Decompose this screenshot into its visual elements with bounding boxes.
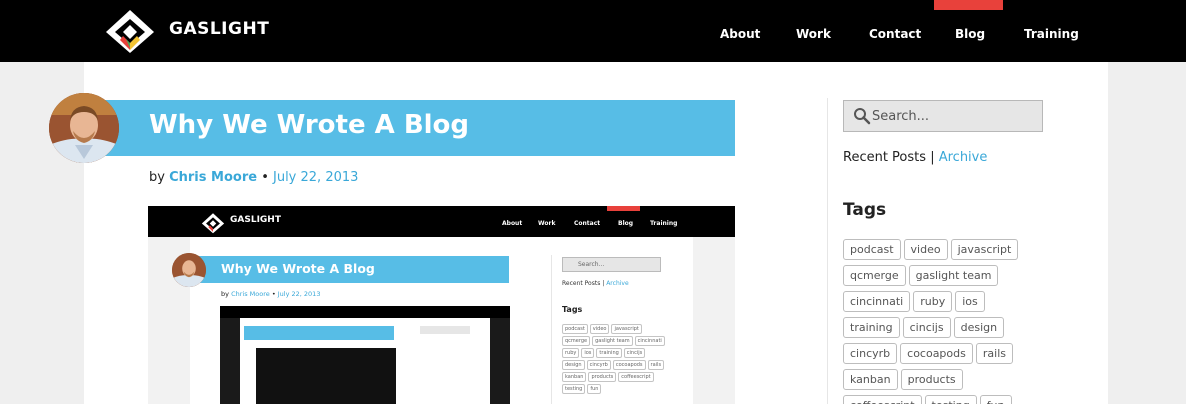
active-nav-indicator (934, 0, 1003, 10)
search-icon (854, 108, 871, 125)
recent-posts-line: Recent Posts | Archive (843, 150, 987, 165)
tag-training[interactable]: training (843, 317, 900, 338)
post-date-link[interactable]: July 22, 2013 (273, 170, 358, 185)
tag-ios[interactable]: ios (955, 291, 985, 312)
tag-kanban[interactable]: kanban (843, 369, 898, 390)
tag-cincijs[interactable]: cincijs (902, 317, 951, 338)
tag-testing[interactable]: testing (924, 395, 977, 404)
tag-design[interactable]: design (953, 317, 1005, 338)
tags-heading: Tags (843, 200, 887, 220)
post-screenshot-image: GASLIGHT About Work Contact Blog Trainin… (148, 206, 735, 404)
tag-javascript[interactable]: javascript (950, 239, 1019, 260)
tag-rails[interactable]: rails (975, 343, 1013, 364)
tag-coffeescript[interactable]: coffeescript (843, 395, 922, 404)
nav-item-about[interactable]: About (720, 27, 760, 41)
tag-qcmerge[interactable]: qcmerge (843, 265, 906, 286)
tags-list: podcast video javascript qcmerge gaslight te… (843, 239, 1043, 404)
author-avatar (49, 93, 119, 163)
gaslight-logo-icon[interactable] (102, 8, 158, 54)
recent-separator: | (930, 150, 935, 165)
tag-podcast[interactable]: podcast (843, 239, 901, 260)
post-byline: by Chris Moore • July 22, 2013 (149, 170, 358, 185)
tag-products[interactable]: products (900, 369, 963, 390)
tag-cincyrb[interactable]: cincyrb (843, 343, 898, 364)
tag-video[interactable]: video (903, 239, 948, 260)
nav-item-training[interactable]: Training (1024, 27, 1079, 41)
byline-prefix: by (149, 170, 165, 185)
tag-fun[interactable]: fun (979, 395, 1012, 404)
tag-cocoapods[interactable]: cocoapods (900, 343, 973, 364)
nav-item-blog[interactable]: Blog (955, 27, 985, 41)
search-input[interactable] (872, 101, 1040, 131)
tag-ruby[interactable]: ruby (913, 291, 953, 312)
sidebar-divider (827, 98, 828, 404)
recent-posts-link[interactable]: Recent Posts (843, 150, 926, 165)
brand-name[interactable]: GASLIGHT (169, 19, 269, 39)
nav-item-work[interactable]: Work (796, 27, 831, 41)
author-link[interactable]: Chris Moore (169, 170, 257, 185)
nav-item-contact[interactable]: Contact (869, 27, 921, 41)
archive-link[interactable]: Archive (939, 150, 988, 165)
byline-separator: • (261, 170, 269, 185)
post-title[interactable]: Why We Wrote A Blog (149, 110, 469, 140)
tag-cincinnati[interactable]: cincinnati (843, 291, 911, 312)
tag-gaslight-team[interactable]: gaslight team (908, 265, 999, 286)
